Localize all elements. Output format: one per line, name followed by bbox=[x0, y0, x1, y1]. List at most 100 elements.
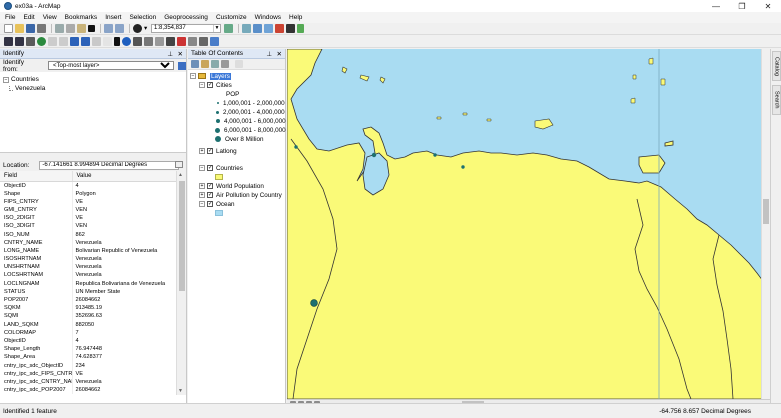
toc-air-pollution-row[interactable]: + ✓ Air Pollution by Country bbox=[199, 191, 282, 199]
table-row[interactable]: ISOSHRTNAM Venezuela bbox=[0, 255, 177, 264]
table-row[interactable]: LOCSHRTNAM Venezuela bbox=[0, 271, 177, 280]
measure-icon[interactable] bbox=[166, 37, 175, 46]
zoom-in-icon[interactable] bbox=[4, 37, 13, 46]
toc-cities-row[interactable]: − ✓ Cities bbox=[199, 81, 232, 89]
curacao-island[interactable] bbox=[359, 74, 370, 82]
islet[interactable] bbox=[462, 112, 468, 116]
new-document-icon[interactable] bbox=[4, 24, 13, 33]
pin-icon[interactable]: ⊥ bbox=[167, 50, 173, 58]
table-row[interactable]: LONG_NAME Bolivarian Republic of Venezuel… bbox=[0, 246, 177, 255]
islet[interactable] bbox=[648, 57, 654, 65]
open-folder-icon[interactable] bbox=[15, 24, 24, 33]
select-features-icon[interactable] bbox=[92, 37, 101, 46]
redo-icon[interactable] bbox=[115, 24, 124, 33]
aruba-island[interactable] bbox=[341, 66, 348, 74]
python-window-icon[interactable] bbox=[286, 24, 295, 33]
trinidad-island[interactable] bbox=[638, 154, 666, 174]
legend-item[interactable]: Over 8 Million bbox=[215, 135, 264, 143]
table-row[interactable]: Shape_Area 74.628377 bbox=[0, 353, 177, 362]
identify-icon[interactable] bbox=[122, 37, 131, 46]
menu-view[interactable]: View bbox=[43, 14, 57, 21]
print-icon[interactable] bbox=[37, 24, 46, 33]
column-header-field[interactable]: Field bbox=[0, 171, 73, 182]
air-pollution-label[interactable]: Air Pollution by Country bbox=[216, 192, 282, 199]
legend-item[interactable]: 4,000,001 - 6,000,000 bbox=[215, 117, 286, 125]
cities-label[interactable]: Cities bbox=[216, 82, 232, 89]
add-data-icon[interactable] bbox=[133, 24, 142, 33]
list-by-visibility-icon[interactable] bbox=[211, 60, 219, 68]
table-row[interactable]: CNTRY_NAME Venezuela bbox=[0, 238, 177, 247]
layers-label[interactable]: Layers bbox=[210, 72, 231, 80]
hyperlink-icon[interactable] bbox=[177, 37, 186, 46]
toc-world-population-row[interactable]: + ✓ World Population bbox=[199, 182, 264, 190]
table-row[interactable]: cntry_ipc_sdc_POP2007 26084662 bbox=[0, 386, 177, 395]
menu-file[interactable]: File bbox=[5, 14, 15, 21]
minimize-button[interactable]: — bbox=[703, 0, 729, 12]
delete-icon[interactable] bbox=[88, 25, 95, 32]
scrollbar-thumb[interactable] bbox=[179, 181, 185, 291]
table-row[interactable]: cntry_ipc_sdc_CNTRY_NAMEVenezuela bbox=[0, 377, 177, 386]
city-point[interactable] bbox=[310, 299, 318, 307]
chevron-down-icon[interactable]: ▼ bbox=[213, 25, 220, 32]
go-to-xy-icon[interactable] bbox=[155, 37, 164, 46]
city-point[interactable] bbox=[461, 165, 465, 169]
scroll-down-icon[interactable]: ▼ bbox=[178, 388, 183, 394]
map-canvas[interactable] bbox=[287, 49, 770, 399]
catalog-tab[interactable]: Catalog bbox=[772, 51, 781, 81]
menu-help[interactable]: Help bbox=[289, 14, 302, 21]
latlong-label[interactable]: Latlong bbox=[216, 148, 237, 155]
collapse-icon[interactable]: − bbox=[190, 73, 196, 79]
add-data-dropdown-icon[interactable]: ▾ bbox=[144, 24, 149, 33]
ocean-visibility-checkbox[interactable]: ✓ bbox=[207, 201, 213, 207]
close-button[interactable]: ✕ bbox=[755, 0, 781, 12]
html-popup-icon[interactable] bbox=[188, 37, 197, 46]
go-forward-icon[interactable] bbox=[81, 37, 90, 46]
editor-toolbar-icon[interactable] bbox=[224, 24, 233, 33]
bonaire-island[interactable] bbox=[379, 76, 386, 84]
menu-bookmarks[interactable]: Bookmarks bbox=[65, 14, 98, 21]
table-row[interactable]: ISO_3DIGIT VEN bbox=[0, 222, 177, 231]
countries-symbol-row[interactable] bbox=[215, 173, 227, 181]
table-row[interactable]: ObjectID 4 bbox=[0, 336, 177, 346]
list-by-selection-icon[interactable] bbox=[221, 60, 229, 68]
legend-item[interactable]: 6,000,001 - 8,000,000 bbox=[215, 126, 286, 134]
table-row[interactable]: Shape Polygon bbox=[0, 189, 177, 198]
copy-location-icon[interactable] bbox=[175, 161, 183, 168]
copy-icon[interactable] bbox=[66, 24, 75, 33]
list-by-source-icon[interactable] bbox=[201, 60, 209, 68]
table-row[interactable]: SQKM 913485.19 bbox=[0, 304, 177, 313]
collapse-icon[interactable]: − bbox=[3, 76, 9, 83]
table-row[interactable]: UNSHRTNAM Venezuela bbox=[0, 263, 177, 272]
time-slider-icon[interactable] bbox=[199, 37, 208, 46]
save-icon[interactable] bbox=[26, 24, 35, 33]
margarita-island[interactable] bbox=[534, 118, 554, 130]
expand-icon[interactable]: + bbox=[199, 183, 205, 189]
toc-layers-row[interactable]: − Layers bbox=[190, 72, 231, 80]
clear-selection-icon[interactable] bbox=[103, 37, 112, 46]
expand-icon[interactable]: + bbox=[199, 148, 205, 154]
table-row[interactable]: ISO_NUM 862 bbox=[0, 230, 177, 239]
city-point[interactable] bbox=[294, 145, 298, 149]
go-back-icon[interactable] bbox=[70, 37, 79, 46]
fixed-zoom-out-icon[interactable] bbox=[59, 37, 68, 46]
tobago-island[interactable] bbox=[664, 140, 674, 147]
cut-icon[interactable] bbox=[55, 24, 64, 33]
scroll-up-icon[interactable]: ▲ bbox=[178, 172, 183, 178]
menu-geoprocessing[interactable]: Geoprocessing bbox=[164, 14, 208, 21]
table-row[interactable]: cntry_ipc_sdc_ObjectID 234 bbox=[0, 361, 177, 370]
ocean-symbol-row[interactable] bbox=[215, 209, 227, 217]
tree-layer-row[interactable]: − Countries bbox=[3, 75, 186, 84]
table-of-contents-window-icon[interactable] bbox=[242, 24, 251, 33]
arctoolbox-icon[interactable] bbox=[275, 24, 284, 33]
latlong-visibility-checkbox[interactable]: ✓ bbox=[207, 148, 213, 154]
toc-ocean-row[interactable]: − ✓ Ocean bbox=[199, 200, 235, 208]
undo-icon[interactable] bbox=[104, 24, 113, 33]
map-scrollbar-thumb[interactable] bbox=[763, 199, 769, 224]
islet[interactable] bbox=[436, 116, 442, 120]
table-row[interactable]: FIPS_CNTRY VE bbox=[0, 197, 177, 206]
map-scale-combo[interactable]: 1:8,354,837 ▼ bbox=[151, 24, 221, 33]
table-row[interactable]: STATUS UN Member State bbox=[0, 287, 177, 296]
collapse-icon[interactable]: − bbox=[199, 201, 205, 207]
legend-item[interactable]: 1,000,001 - 2,000,000 bbox=[215, 99, 285, 107]
search-window-icon[interactable] bbox=[264, 24, 273, 33]
